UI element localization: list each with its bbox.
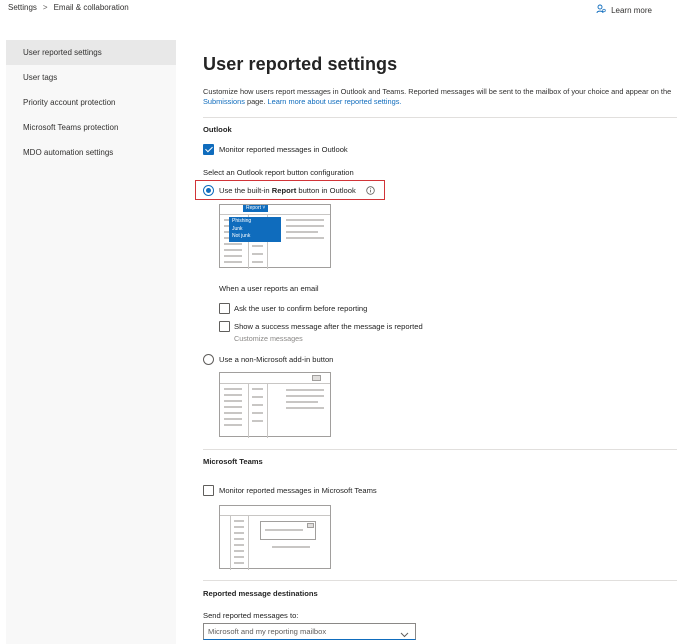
report-preview-label: Report	[246, 205, 262, 211]
divider	[203, 117, 677, 118]
customize-messages-link[interactable]: Customize messages	[234, 334, 303, 343]
monitor-outlook-label: Monitor reported messages in Outlook	[219, 145, 348, 154]
description-text-2: page.	[244, 97, 268, 106]
outlook-heading: Outlook	[203, 125, 232, 134]
send-to-dropdown[interactable]: Microsoft and my reporting mailbox	[203, 623, 416, 640]
send-to-label: Send reported messages to:	[203, 611, 299, 620]
left-nav: User reported settings User tags Priorit…	[6, 40, 176, 644]
report-preview-button: Report ˅	[243, 205, 269, 212]
nav-item-user-reported-settings[interactable]: User reported settings	[6, 40, 176, 65]
builtin-prefix: Use the built-in	[219, 186, 272, 195]
monitor-teams-checkbox[interactable]	[203, 485, 214, 496]
monitor-outlook-checkbox[interactable]	[203, 144, 214, 155]
breadcrumb-settings[interactable]: Settings	[8, 3, 37, 12]
ask-confirm-checkbox[interactable]	[219, 303, 230, 314]
submissions-link[interactable]: Submissions	[203, 97, 245, 106]
builtin-bold: Report	[271, 186, 297, 195]
nav-item-teams-protection[interactable]: Microsoft Teams protection	[6, 115, 176, 140]
monitor-teams-label: Monitor reported messages in Microsoft T…	[219, 486, 377, 495]
destinations-heading: Reported message destinations	[203, 589, 318, 598]
divider	[203, 580, 677, 581]
builtin-report-label: Use the built-in Report button in Outloo…	[219, 186, 356, 195]
non-microsoft-addin-label: Use a non-Microsoft add-in button	[219, 355, 334, 364]
main-content: User reported settings Customize how use…	[203, 44, 678, 107]
description-text-1: Customize how users report messages in O…	[203, 87, 672, 96]
nav-item-user-tags[interactable]: User tags	[6, 65, 176, 90]
people-help-icon	[596, 4, 611, 16]
breadcrumb: Settings > Email & collaboration	[8, 3, 129, 12]
page-description: Customize how users report messages in O…	[203, 87, 679, 107]
builtin-report-radio[interactable]	[203, 185, 214, 196]
non-microsoft-preview	[219, 372, 331, 438]
divider	[203, 449, 677, 450]
nav-item-mdo-automation[interactable]: MDO automation settings	[6, 140, 176, 165]
non-microsoft-addin-radio[interactable]	[203, 354, 214, 365]
outlook-builtin-preview: Report ˅ Phishing Junk Not junk	[219, 204, 331, 269]
show-success-checkbox[interactable]	[219, 321, 230, 332]
nav-item-priority-account-protection[interactable]: Priority account protection	[6, 90, 176, 115]
send-to-value: Microsoft and my reporting mailbox	[208, 627, 327, 636]
teams-preview	[219, 505, 331, 570]
report-preview-menu: Phishing Junk Not junk	[229, 217, 281, 242]
info-icon[interactable]	[366, 186, 375, 197]
top-bar: Settings > Email & collaboration Learn m…	[0, 0, 680, 24]
learn-more-label: Learn more	[611, 5, 652, 15]
learn-more-button[interactable]: Learn more	[596, 4, 652, 16]
builtin-suffix: button in Outlook	[296, 186, 356, 195]
learn-more-user-reported-link[interactable]: Learn more about user reported settings.	[268, 97, 402, 106]
show-success-label: Show a success message after the message…	[234, 322, 423, 331]
when-user-reports-heading: When a user reports an email	[219, 284, 319, 293]
breadcrumb-separator: >	[42, 3, 48, 12]
config-heading: Select an Outlook report button configur…	[203, 168, 354, 177]
ask-confirm-label: Ask the user to confirm before reporting	[234, 304, 368, 313]
page-title: User reported settings	[203, 54, 398, 74]
chevron-down-icon	[400, 628, 409, 643]
report-menu-item: Junk	[232, 225, 243, 232]
teams-heading: Microsoft Teams	[203, 457, 263, 466]
report-menu-item: Phishing	[232, 218, 252, 224]
breadcrumb-current: Email & collaboration	[53, 3, 129, 12]
addin-icon	[312, 375, 321, 381]
report-menu-item: Not junk	[232, 233, 251, 239]
teams-message-bubble	[260, 521, 316, 540]
